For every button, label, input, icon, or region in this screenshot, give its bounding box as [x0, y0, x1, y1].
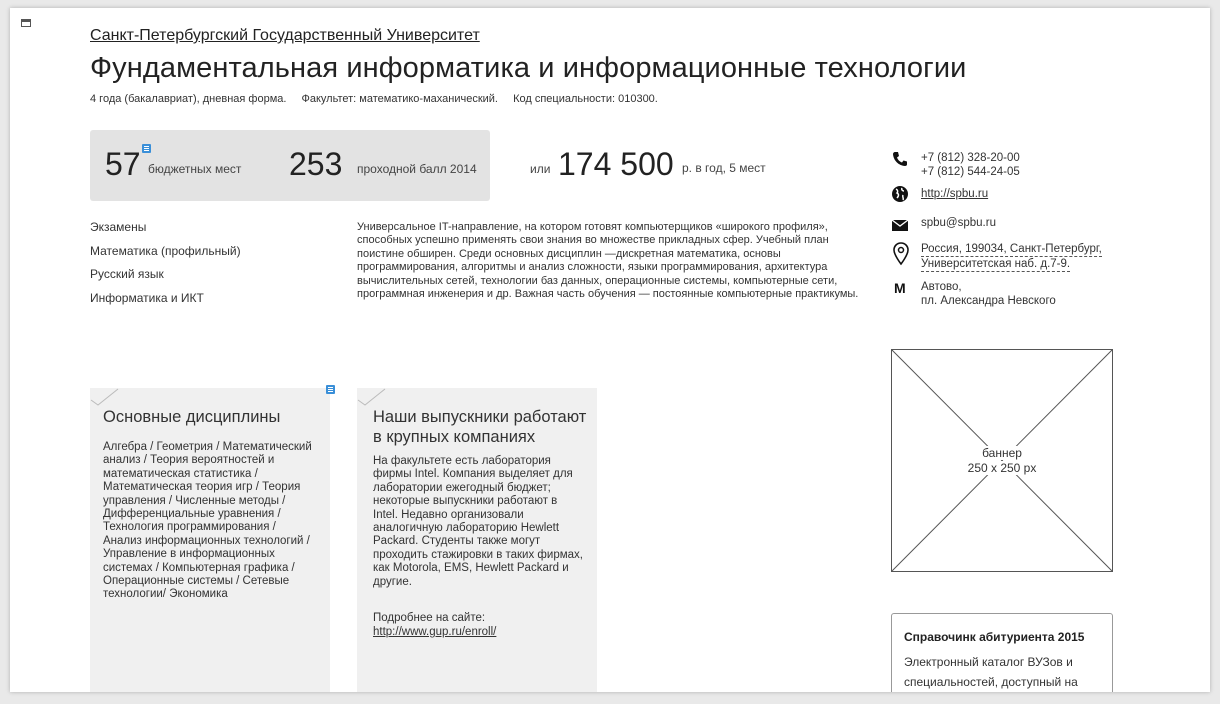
- program-description: Универсальное IT-направление, на котором…: [357, 221, 859, 301]
- card-text: На факультете есть лаборатория фирмы Int…: [373, 455, 583, 588]
- budget-places-number: 57: [105, 146, 141, 182]
- phone-numbers: +7 (812) 328-20-00 +7 (812) 544-24-05: [921, 151, 1020, 179]
- exams-title: Экзамены: [90, 220, 147, 234]
- note-icon[interactable]: [142, 144, 151, 153]
- phone-number[interactable]: +7 (812) 328-20-00: [921, 151, 1020, 165]
- graduates-card: Наши выпускники работают в крупных компа…: [357, 388, 597, 692]
- page: Санкт-Петербургский Государственный Унив…: [10, 8, 1210, 692]
- price-number: 174 500: [558, 146, 674, 182]
- address-line: Университетская наб. д.7-9.: [921, 258, 1071, 272]
- applicant-guide-box[interactable]: Справочинк абитуриента 2015 Электронный …: [891, 613, 1113, 692]
- location-pin-icon: [893, 242, 909, 266]
- address[interactable]: Россия, 199034, Санкт-Петербург, Универс…: [921, 242, 1102, 272]
- meta-faculty: Факультет: математико-маханический.: [301, 93, 499, 105]
- metro-icon: М: [894, 280, 906, 296]
- passing-score-number: 253: [289, 146, 343, 182]
- window-icon: [21, 19, 31, 27]
- note-icon[interactable]: [326, 385, 335, 394]
- metro-line: Автово,: [921, 281, 962, 293]
- stats-box: 57 бюджетных мест 253 проходной балл 201…: [90, 130, 490, 201]
- disciplines-card: Основные дисциплины Алгебра / Геометрия …: [90, 385, 335, 692]
- phone-icon: [893, 152, 907, 166]
- price-label: р. в год, 5 мест: [682, 161, 766, 175]
- metro-line: пл. Александра Невского: [921, 295, 1056, 307]
- address-line: Россия, 199034, Санкт-Петербург,: [921, 243, 1102, 257]
- exam-item: Русский язык: [90, 267, 164, 281]
- page-title: Фундаментальная информатика и информацио…: [90, 52, 967, 84]
- guide-title: Справочинк абитуриента 2015: [904, 630, 1085, 644]
- or-label: или: [530, 162, 551, 176]
- meta-duration: 4 года (бакалавриат), дневная форма.: [90, 93, 287, 105]
- card-title: Основные дисциплины: [103, 408, 281, 426]
- globe-icon: [892, 186, 908, 202]
- banner-line: 250 x 250 px: [967, 461, 1037, 475]
- card-text: Алгебра / Геометрия / Математический ана…: [103, 441, 312, 601]
- exam-item: Информатика и ИКТ: [90, 291, 204, 305]
- exam-item: Математика (профильный): [90, 244, 241, 258]
- meta-code: Код специальности: 010300.: [513, 93, 658, 105]
- checkmark-icon: [90, 388, 119, 406]
- card-title: Наши выпускники работают в крупных компа…: [373, 408, 587, 446]
- university-link[interactable]: Санкт-Петербургский Государственный Унив…: [90, 27, 480, 45]
- mail-icon: [891, 219, 909, 231]
- email-address[interactable]: spbu@spbu.ru: [921, 216, 996, 230]
- banner-line: баннер: [982, 446, 1022, 460]
- banner-label: баннер 250 x 250 px: [892, 446, 1112, 476]
- guide-text: Электронный каталог ВУЗов и специальност…: [904, 655, 1078, 689]
- website-link[interactable]: http://spbu.ru: [921, 187, 988, 201]
- budget-places-label: бюджетных мест: [148, 162, 242, 176]
- metro-stations: Автово, пл. Александра Невского: [921, 280, 1056, 308]
- phone-number[interactable]: +7 (812) 544-24-05: [921, 165, 1020, 179]
- checkmark-icon: [357, 388, 386, 406]
- banner-placeholder[interactable]: баннер 250 x 250 px: [891, 349, 1113, 572]
- passing-score-label: проходной балл 2014: [357, 162, 477, 176]
- more-label: Подробнее на сайте:: [373, 612, 486, 624]
- enroll-link[interactable]: http://www.gup.ru/enroll/: [373, 626, 496, 639]
- program-meta: 4 года (бакалавриат), дневная форма. Фак…: [90, 93, 670, 105]
